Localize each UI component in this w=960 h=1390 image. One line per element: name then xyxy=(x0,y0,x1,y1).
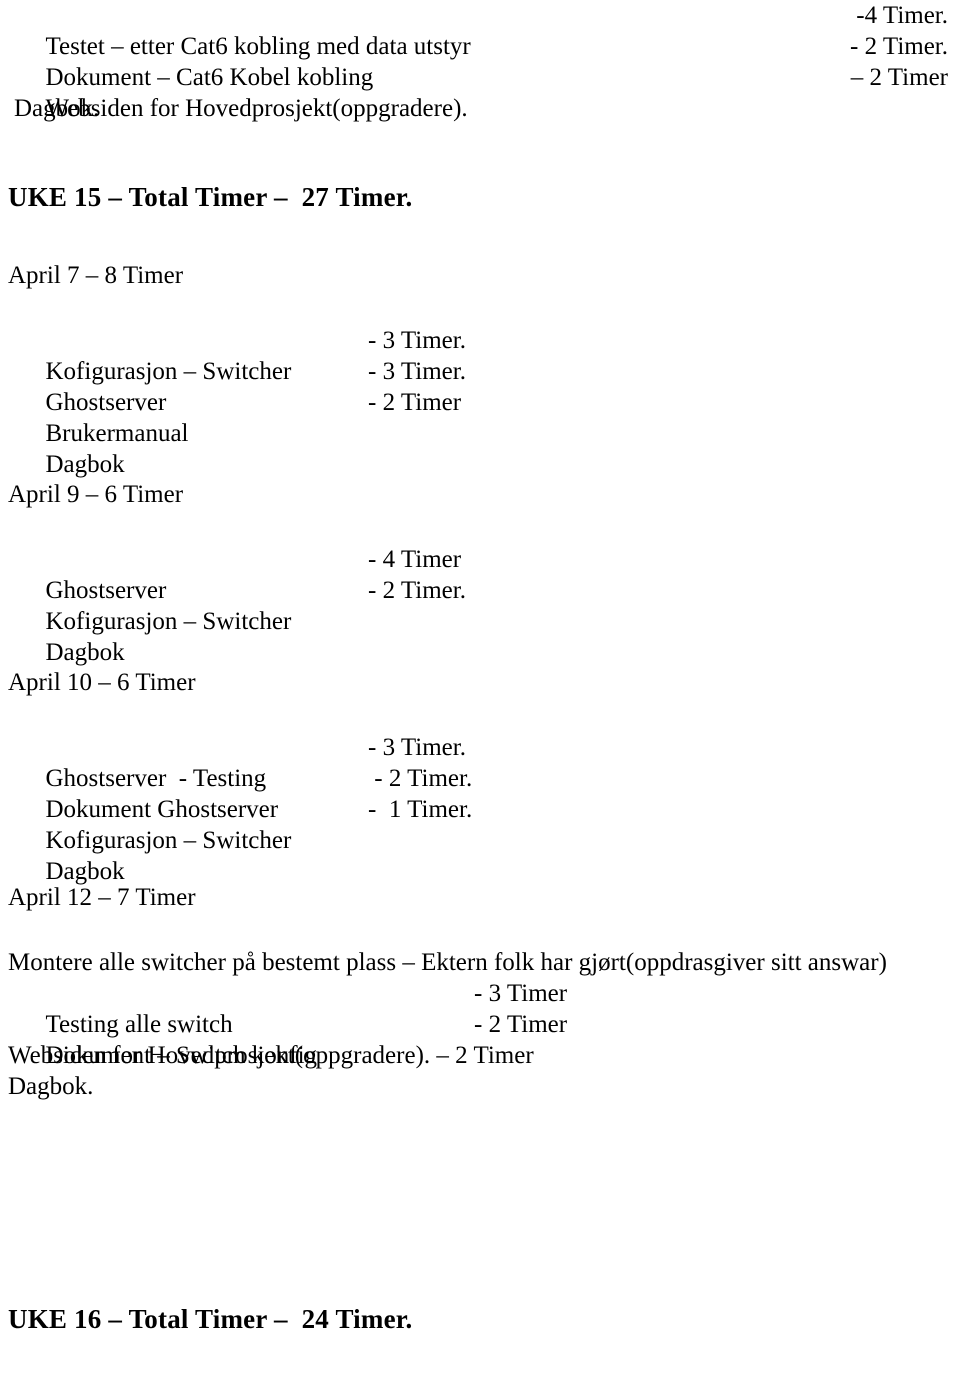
task-row: Dagbok xyxy=(8,825,960,885)
task-hours: – 2 Timer xyxy=(850,64,948,91)
dagbok-line: Dagbok xyxy=(45,639,125,666)
task-row: Kofigurasjon – Switcher - 2 Timer. xyxy=(8,575,960,635)
task-hours: - 2 Timer. xyxy=(368,577,466,604)
task-row: Dagbok xyxy=(8,418,960,478)
task-label: Websiden for Hovedprosjekt(oppgradere). xyxy=(45,95,468,122)
task-hours: - 3 Timer. xyxy=(368,358,466,385)
day-heading-april-7: April 7 – 8 Timer xyxy=(8,262,184,289)
task-row: Dokument – Cat6 Kobel kobling - 2 Timer. xyxy=(8,31,960,91)
task-hours: - 3 Timer. xyxy=(368,327,466,354)
task-block-april-9: Ghostserver - 4 Timer Kofigurasjon – Swi… xyxy=(0,544,960,666)
dagbok-line: Dagbok. xyxy=(8,1073,94,1100)
task-row: Ghostserver - Testing - 3 Timer. xyxy=(8,732,960,792)
task-hours: -4 Timer. xyxy=(856,2,948,29)
task-block-april-12: Testing alle switch - 3 Timer Dokument –… xyxy=(0,978,960,1069)
dagbok-line: Dagbok xyxy=(45,858,125,885)
task-row: Dokument – Switch konfig - 2 Timer xyxy=(8,1009,960,1069)
task-label: Dokument – Switch konfig xyxy=(45,1042,318,1069)
task-hours: - 2 Timer. xyxy=(850,33,948,60)
day-heading-april-12: April 12 – 7 Timer xyxy=(8,884,196,911)
task-block-april-7: Kofigurasjon – Switcher - 3 Timer. Ghost… xyxy=(0,325,960,478)
week-16-heading: UKE 16 – Total Timer – 24 Timer. xyxy=(8,1304,413,1334)
document-page: Testet – etter Cat6 kobling med data uts… xyxy=(0,0,960,1390)
task-row: Dagbok xyxy=(8,606,960,666)
day-heading-april-9: April 9 – 6 Timer xyxy=(8,481,184,508)
task-row: Testing alle switch - 3 Timer xyxy=(8,978,960,1038)
task-hours: - 2 Timer xyxy=(474,1011,568,1038)
task-row: Dokument Ghostserver - 2 Timer. xyxy=(8,763,960,823)
week-15-heading: UKE 15 – Total Timer – 27 Timer. xyxy=(8,182,413,212)
day-heading-april-10: April 10 – 6 Timer xyxy=(8,669,196,696)
task-hours: - 3 Timer xyxy=(474,980,568,1007)
task-hours: - 2 Timer xyxy=(368,389,462,416)
task-row: Kofigurasjon – Switcher - 3 Timer. xyxy=(8,325,960,385)
task-hours: - 1 Timer. xyxy=(368,796,473,823)
april-12-note-line: Montere alle switcher på bestemt plass –… xyxy=(8,949,887,976)
dagbok-line: Dagbok xyxy=(45,451,125,478)
task-row: Testet – etter Cat6 kobling med data uts… xyxy=(8,0,960,60)
task-hours: - 3 Timer. xyxy=(368,734,466,761)
top-task-block: Testet – etter Cat6 kobling med data uts… xyxy=(0,0,960,122)
task-block-april-10: Ghostserver - Testing - 3 Timer. Dokumen… xyxy=(0,732,960,885)
task-row: Kofigurasjon – Switcher - 1 Timer. xyxy=(8,794,960,854)
task-hours: - 2 Timer. xyxy=(368,765,473,792)
task-row: Websiden for Hovedprosjekt(oppgradere). … xyxy=(8,62,960,122)
task-row: Ghostserver - 3 Timer. xyxy=(8,356,960,416)
task-row: Brukermanual - 2 Timer xyxy=(8,387,960,447)
task-row: Ghostserver - 4 Timer xyxy=(8,544,960,604)
task-hours: - 4 Timer xyxy=(368,546,462,573)
